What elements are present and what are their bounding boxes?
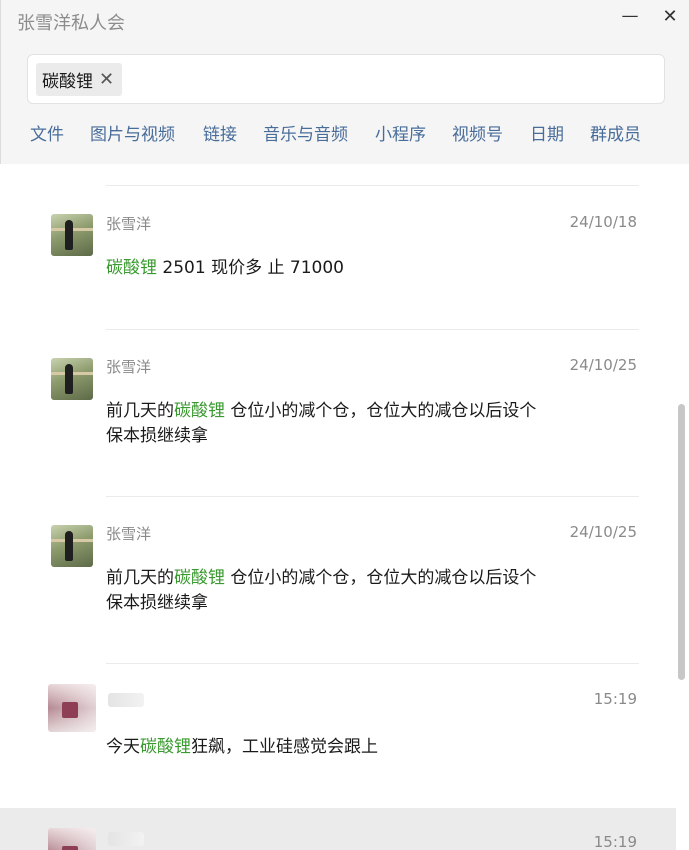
keyword-highlight: 碳酸锂: [106, 258, 157, 278]
chat-search-header: 张雪洋私人会 — ✕ 碳酸锂 ✕ 文件 图片与视频 链接 音乐与音频 小程序 视…: [0, 0, 689, 164]
list-item[interactable]: 15:19 今天碳酸锂狂飙，工业硅感觉会跟上: [0, 664, 676, 807]
message-time: 15:19: [593, 833, 637, 850]
avatar[interactable]: [48, 684, 96, 732]
filter-tab-members[interactable]: 群成员: [590, 120, 641, 145]
filter-tab-links[interactable]: 链接: [203, 120, 237, 145]
message-time: 24/10/18: [569, 213, 637, 231]
sender-name: 张雪洋: [106, 358, 152, 376]
filter-tab-music-audio[interactable]: 音乐与音频: [263, 120, 348, 145]
search-results-list: 张雪洋 24/10/18 碳酸锂 2501 现价多 止 71000 张雪洋 24…: [0, 164, 676, 850]
filter-tab-mini-programs[interactable]: 小程序: [375, 120, 426, 145]
search-keyword-chip: 碳酸锂 ✕: [36, 63, 123, 96]
list-item[interactable]: 张雪洋 24/10/18 碳酸锂 2501 现价多 止 71000: [0, 186, 676, 330]
scrollbar-thumb[interactable]: [678, 404, 685, 680]
minimize-icon: —: [621, 6, 639, 26]
search-keyword-label: 碳酸锂: [42, 72, 93, 92]
search-input[interactable]: 碳酸锂 ✕: [27, 54, 665, 104]
sender-name-redacted: [108, 693, 144, 707]
keyword-highlight: 碳酸锂: [174, 568, 225, 588]
avatar[interactable]: [51, 214, 93, 256]
window-title: 张雪洋私人会: [17, 13, 125, 34]
avatar[interactable]: [48, 828, 96, 850]
filter-tabs: 文件 图片与视频 链接 音乐与音频 小程序 视频号 日期 群成员: [1, 120, 689, 150]
close-icon: ✕: [662, 5, 678, 27]
message-text: 前几天的碳酸锂 仓位小的减个仓，仓位大的减仓以后设个保本损继续拿: [106, 401, 537, 446]
clear-keyword-icon[interactable]: ✕: [99, 70, 114, 89]
minimize-button[interactable]: —: [617, 4, 643, 28]
list-item[interactable]: 15:19: [0, 808, 676, 850]
avatar[interactable]: [51, 525, 93, 567]
keyword-highlight: 碳酸锂: [174, 401, 225, 421]
sender-name-redacted: [108, 832, 144, 846]
list-item[interactable]: 张雪洋 24/10/25 前几天的碳酸锂 仓位小的减个仓，仓位大的减仓以后设个保…: [0, 330, 676, 496]
message-time: 24/10/25: [569, 356, 637, 374]
message-text: 碳酸锂 2501 现价多 止 71000: [106, 258, 344, 278]
filter-tab-files[interactable]: 文件: [30, 120, 64, 145]
sender-name: 张雪洋: [106, 525, 152, 543]
message-text: 今天碳酸锂狂飙，工业硅感觉会跟上: [106, 737, 378, 757]
sender-name: 张雪洋: [106, 215, 152, 233]
keyword-highlight: 碳酸锂: [140, 737, 191, 757]
filter-tab-date[interactable]: 日期: [530, 120, 564, 145]
filter-tab-channels[interactable]: 视频号: [452, 120, 503, 145]
message-text: 前几天的碳酸锂 仓位小的减个仓，仓位大的减仓以后设个保本损继续拿: [106, 568, 537, 613]
close-button[interactable]: ✕: [657, 4, 683, 28]
list-item[interactable]: 张雪洋 24/10/25 前几天的碳酸锂 仓位小的减个仓，仓位大的减仓以后设个保…: [0, 497, 676, 663]
filter-tab-images-videos[interactable]: 图片与视频: [90, 120, 175, 145]
message-time: 15:19: [593, 690, 637, 708]
message-time: 24/10/25: [569, 523, 637, 541]
avatar[interactable]: [51, 358, 93, 400]
